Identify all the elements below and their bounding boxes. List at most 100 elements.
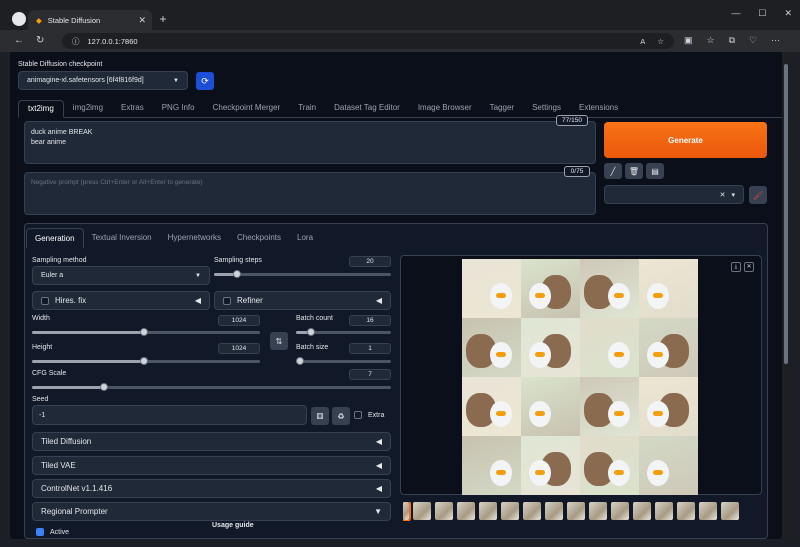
info-icon[interactable]: ⓘ <box>72 36 80 47</box>
download-icon[interactable]: ⤓ <box>731 262 741 272</box>
gallery-thumbnail[interactable] <box>655 502 673 520</box>
generated-image[interactable] <box>580 259 639 318</box>
styles-select[interactable]: ✕ ▾ <box>604 185 744 204</box>
hires-fix-checkbox[interactable] <box>41 296 49 305</box>
slider-thumb[interactable] <box>139 328 148 336</box>
gallery-thumbnail[interactable] <box>633 502 651 520</box>
browser-tab[interactable]: ◆ Stable Diffusion ✕ <box>28 10 152 30</box>
tab-generation[interactable]: Generation <box>26 228 84 248</box>
generated-image[interactable] <box>521 436 580 495</box>
gallery-thumbnail[interactable] <box>413 502 431 520</box>
extra-seed-option[interactable]: Extra <box>354 411 384 419</box>
favorite-star-icon[interactable]: ☆ <box>657 37 664 46</box>
close-window-icon[interactable]: ✕ <box>784 8 792 19</box>
usage-guide-label[interactable]: Usage guide <box>212 522 254 529</box>
generated-image[interactable] <box>580 436 639 495</box>
collections-icon[interactable]: ⧉ <box>729 35 735 46</box>
tab-image-browser[interactable]: Image Browser <box>409 100 481 118</box>
apply-style-button[interactable]: 🖌 <box>749 186 767 204</box>
tab-dataset-tag-editor[interactable]: Dataset Tag Editor <box>325 100 409 118</box>
close-tab-icon[interactable]: ✕ <box>138 15 146 26</box>
gallery-thumbnail[interactable] <box>403 502 411 521</box>
reload-icon[interactable]: ↻ <box>36 35 44 46</box>
paste-style-button[interactable]: ▤ <box>646 163 664 179</box>
gallery-thumbnail[interactable] <box>589 502 607 520</box>
gallery-thumbnail[interactable] <box>567 502 585 520</box>
batch-size-slider[interactable] <box>296 357 391 365</box>
batch-count-slider[interactable] <box>296 328 391 336</box>
tab-textual-inversion[interactable]: Textual Inversion <box>84 228 160 248</box>
gallery-thumbnail[interactable] <box>479 502 497 520</box>
slider-thumb[interactable] <box>307 328 316 336</box>
tab-tagger[interactable]: Tagger <box>481 100 523 118</box>
gallery-thumbnail[interactable] <box>501 502 519 520</box>
back-icon[interactable]: ← <box>14 35 24 46</box>
batch-size-input[interactable]: 1 <box>349 343 391 354</box>
height-input[interactable]: 1024 <box>218 343 260 354</box>
regional-prompter-accordion[interactable]: Regional Prompter ▼ <box>32 502 391 521</box>
tab-train[interactable]: Train <box>289 100 325 118</box>
refresh-checkpoint-button[interactable]: ⟳ <box>196 72 214 90</box>
tab-lora[interactable]: Lora <box>289 228 321 248</box>
prompt-textarea[interactable]: duck anime BREAK bear anime <box>24 121 596 164</box>
split-screen-icon[interactable]: ▣ <box>684 35 693 46</box>
clear-prompt-button[interactable]: 🗑 <box>625 163 643 179</box>
sampling-steps-input[interactable]: 20 <box>349 256 391 267</box>
generated-image[interactable] <box>462 436 521 495</box>
close-gallery-icon[interactable]: ✕ <box>744 262 754 272</box>
slider-thumb[interactable] <box>296 357 304 365</box>
extensions-icon[interactable]: ♡ <box>749 35 757 46</box>
minimize-icon[interactable]: — <box>731 8 740 19</box>
generate-button[interactable]: Generate <box>604 122 767 158</box>
clear-styles-icon[interactable]: ✕ <box>720 191 726 199</box>
generated-image[interactable] <box>462 377 521 436</box>
generated-image[interactable] <box>521 318 580 377</box>
width-slider[interactable] <box>32 328 260 336</box>
tiled-vae-accordion[interactable]: Tiled VAE ◀ <box>32 456 391 475</box>
gallery-thumbnail[interactable] <box>523 502 541 520</box>
cfg-scale-input[interactable]: 7 <box>349 369 391 380</box>
generated-image[interactable] <box>462 259 521 318</box>
generated-image[interactable] <box>639 436 698 495</box>
random-seed-button[interactable]: ⚅ <box>311 407 329 425</box>
slider-thumb[interactable] <box>99 383 108 391</box>
gallery-thumbnail[interactable] <box>457 502 475 520</box>
negative-prompt-textarea[interactable]: Negative prompt (press Ctrl+Enter or Alt… <box>24 172 596 215</box>
generated-image[interactable] <box>639 259 698 318</box>
gallery-thumbnail[interactable] <box>545 502 563 520</box>
read-params-button[interactable]: ╱ <box>604 163 622 179</box>
generated-image[interactable] <box>639 318 698 377</box>
swap-dimensions-button[interactable]: ⇅ <box>270 332 288 350</box>
slider-thumb[interactable] <box>233 270 241 278</box>
profile-avatar[interactable] <box>12 12 26 26</box>
seed-input[interactable]: -1 <box>32 405 307 425</box>
generated-image[interactable] <box>639 377 698 436</box>
scrollbar-thumb[interactable] <box>784 64 788 364</box>
cfg-scale-slider[interactable] <box>32 383 391 391</box>
more-menu-icon[interactable]: ··· <box>771 35 780 46</box>
image-grid[interactable] <box>462 259 698 495</box>
tiled-diffusion-accordion[interactable]: Tiled Diffusion ◀ <box>32 432 391 451</box>
address-bar[interactable]: ⓘ 127.0.0.1:7860 A ☆ <box>62 33 674 49</box>
hires-fix-accordion[interactable]: Hires. fix ◀ <box>32 291 210 310</box>
gallery-thumbnail[interactable] <box>677 502 695 520</box>
new-tab-button[interactable]: + <box>156 12 170 26</box>
checkpoint-select[interactable]: animagine-xl.safetensors [6f4f816f9d] ▼ <box>18 71 188 90</box>
active-checkbox[interactable] <box>36 528 44 536</box>
tab-txt2img[interactable]: txt2img <box>18 100 64 118</box>
tab-png-info[interactable]: PNG Info <box>153 100 204 118</box>
refiner-accordion[interactable]: Refiner ◀ <box>214 291 391 310</box>
gallery-thumbnail[interactable] <box>721 502 739 520</box>
tab-hypernetworks[interactable]: Hypernetworks <box>160 228 229 248</box>
gallery-thumbnail[interactable] <box>699 502 717 520</box>
controlnet-accordion[interactable]: ControlNet v1.1.416 ◀ <box>32 479 391 498</box>
generated-image[interactable] <box>521 377 580 436</box>
reuse-seed-button[interactable]: ♻ <box>332 407 350 425</box>
generated-image[interactable] <box>462 318 521 377</box>
gallery-thumbnail[interactable] <box>611 502 629 520</box>
tab-checkpoint-merger[interactable]: Checkpoint Merger <box>204 100 290 118</box>
gallery-thumbnail[interactable] <box>435 502 453 520</box>
slider-thumb[interactable] <box>139 357 148 365</box>
tab-checkpoints[interactable]: Checkpoints <box>229 228 289 248</box>
generated-image[interactable] <box>580 377 639 436</box>
